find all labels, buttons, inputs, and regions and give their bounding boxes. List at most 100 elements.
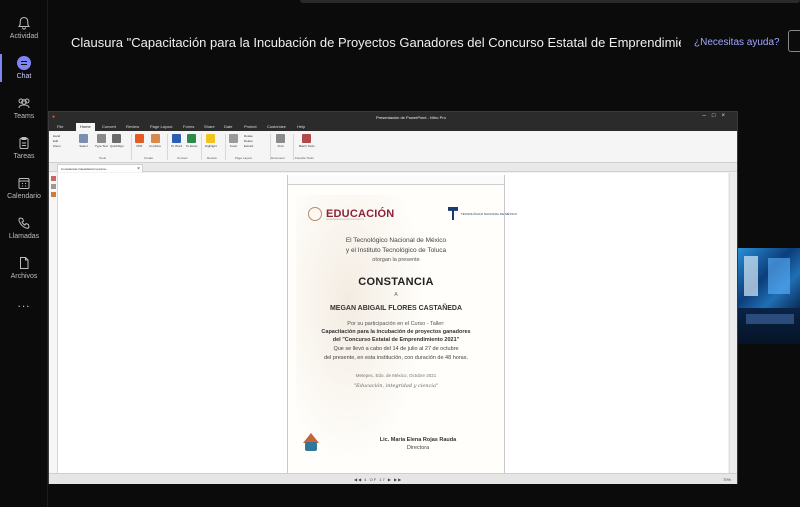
zoom-button[interactable]: Zoom xyxy=(53,144,61,149)
group-label: Favorite Tools xyxy=(295,156,314,160)
to-word-button[interactable]: To Word xyxy=(171,134,182,148)
type-text-button[interactable]: Type Text xyxy=(95,134,108,148)
rail-item-teams[interactable]: Teams xyxy=(0,96,48,120)
page-navigation[interactable]: ◀◀ 4 OF 17 ▶ ▶▶ xyxy=(354,477,402,482)
rail-item-calendar[interactable]: Calendario xyxy=(0,176,48,200)
rail-label: Actividad xyxy=(9,33,39,40)
document-tabs: Constancias Capacitación para la... × xyxy=(49,163,737,172)
rail-label: Calendario xyxy=(7,193,41,200)
tab-home[interactable]: Home xyxy=(76,123,95,131)
pdf-page: EDUCACIÓN SECRETARÍA DE EDUCACIÓN PÚBLIC… xyxy=(287,175,517,473)
tab-date[interactable]: Date xyxy=(224,124,232,129)
tecnm-logo: TECNOLÓGICO NACIONAL DE MÉXICO xyxy=(448,207,517,220)
batch-tools-button[interactable]: Batch Tools xyxy=(299,134,314,148)
group-label: Convert xyxy=(177,156,188,160)
page-indicator: 4 OF 17 xyxy=(364,477,386,482)
bell-icon xyxy=(18,16,30,30)
mode-buttons: Hand Edit Zoom xyxy=(53,134,61,149)
rail-label: Tareas xyxy=(13,153,35,160)
top-drag-bar xyxy=(300,0,800,3)
attachment-icon[interactable] xyxy=(50,192,56,197)
tab-forms[interactable]: Forms xyxy=(183,124,194,129)
rail-item-calls[interactable]: Llamadas xyxy=(0,216,48,240)
phone-icon xyxy=(18,217,30,229)
create-pdf-button[interactable]: PDF xyxy=(135,134,144,148)
find-icon xyxy=(276,134,285,143)
extract-button[interactable]: Extract xyxy=(244,144,253,149)
page-layout-buttons: Rotate Delete Extract xyxy=(244,134,253,149)
educacion-logo: EDUCACIÓN SECRETARÍA DE EDUCACIÓN PÚBLIC… xyxy=(308,205,394,223)
zoom-level[interactable]: 70% xyxy=(723,477,731,482)
document-tab[interactable]: Constancias Capacitación para la... × xyxy=(57,164,143,172)
issuer-line-3: otorgan la presente xyxy=(372,257,420,263)
navigation-pane-strip xyxy=(49,173,58,473)
certificate-heading: CONSTANCIA xyxy=(358,276,434,288)
tab-review[interactable]: Review xyxy=(126,124,139,129)
status-bar: ◀◀ 4 OF 17 ▶ ▶▶ 70% xyxy=(49,473,737,484)
teams-app-bar: Actividad Chat Teams Tareas Calendario L… xyxy=(0,0,48,507)
place-date: Metepec, Edo. de México, Octubre 2021 xyxy=(355,373,437,378)
tab-share[interactable]: Share xyxy=(204,124,215,129)
rail-item-files[interactable]: Archivos xyxy=(0,256,48,280)
motto: "Educación, integridad y ciencia" xyxy=(353,383,439,389)
course-line-2: del "Concurso Estatal de Emprendimiento … xyxy=(332,337,460,343)
clipboard-icon xyxy=(19,137,29,149)
close-icon[interactable]: × xyxy=(137,166,140,172)
issuer-line-2: y el Instituto Tecnológico de Toluca xyxy=(345,247,447,254)
highlight-button[interactable]: Highlight xyxy=(205,134,217,148)
to-label: A xyxy=(394,292,398,298)
pages-icon[interactable] xyxy=(50,184,56,189)
more-apps-button[interactable]: ... xyxy=(0,296,48,310)
dates-line-2: del presente, en esta institución, con d… xyxy=(323,355,468,361)
insert-button[interactable]: Insert xyxy=(229,134,238,148)
select-icon xyxy=(79,134,88,143)
previous-page-edge xyxy=(288,175,504,185)
nitro-logo-icon: ● xyxy=(52,114,56,120)
rail-item-tasks[interactable]: Tareas xyxy=(0,136,48,160)
combine-icon xyxy=(150,134,160,143)
institute-emblem xyxy=(302,433,320,453)
rail-label: Archivos xyxy=(10,273,38,280)
reason-text: Por su participación en el Curso - Talle… xyxy=(347,321,445,327)
tab-file[interactable]: File xyxy=(57,124,63,129)
rail-label: Llamadas xyxy=(8,233,40,240)
signer-name: Lic. María Elena Rojas Rauda xyxy=(379,437,457,443)
dates-line-1: Que se llevó a cabo del 14 de julio al 2… xyxy=(333,346,459,352)
vertical-scrollbar[interactable] xyxy=(729,173,737,473)
group-label: Document xyxy=(271,156,285,160)
find-button[interactable]: Find xyxy=(276,134,285,148)
rail-item-activity[interactable]: Actividad xyxy=(0,16,48,40)
recipient-name: MEGAN ABIGAIL FLORES CASTAÑEDA xyxy=(329,305,463,312)
to-excel-button[interactable]: To Excel xyxy=(186,134,197,148)
group-label: Tools xyxy=(99,156,107,160)
quicksign-button[interactable]: QuickSign xyxy=(110,134,124,148)
ribbon-tabs: File Home Convert Review Page Layout For… xyxy=(49,122,737,131)
select-button[interactable]: Select xyxy=(79,134,88,148)
signer-role: Directora xyxy=(406,445,430,451)
meeting-title: Clausura "Capacitación para la Incubació… xyxy=(71,35,681,50)
tab-help[interactable]: Help xyxy=(297,124,305,129)
text-icon xyxy=(96,134,106,143)
insert-page-icon xyxy=(229,134,238,143)
tab-page-layout[interactable]: Page Layout xyxy=(150,124,172,129)
pdf-icon xyxy=(135,134,144,143)
help-link[interactable]: ¿Necesitas ayuda? xyxy=(694,37,780,48)
tab-customize[interactable]: Customize xyxy=(267,124,286,129)
group-label: Create xyxy=(144,156,154,160)
tab-convert[interactable]: Convert xyxy=(102,124,116,129)
bookmark-icon[interactable] xyxy=(50,176,56,181)
participant-video-tile[interactable] xyxy=(738,248,800,344)
batch-icon xyxy=(302,134,312,143)
file-icon xyxy=(20,257,29,269)
combine-button[interactable]: Combine xyxy=(149,134,161,148)
rail-label: Chat xyxy=(16,73,32,80)
window-controls[interactable]: –□× xyxy=(703,113,731,119)
highlighter-icon xyxy=(206,134,216,143)
issuer-line-1: El Tecnológico Nacional de México xyxy=(345,237,447,244)
meeting-action-button[interactable] xyxy=(788,30,800,52)
rail-label: Teams xyxy=(13,113,35,120)
tab-protect[interactable]: Protect xyxy=(244,124,257,129)
rail-item-chat[interactable]: Chat xyxy=(0,54,48,82)
course-line-1: Capacitación para la incubación de proye… xyxy=(321,329,471,335)
ribbon-toolbar: Hand Edit Zoom Select Type Text QuickSig… xyxy=(49,131,737,163)
